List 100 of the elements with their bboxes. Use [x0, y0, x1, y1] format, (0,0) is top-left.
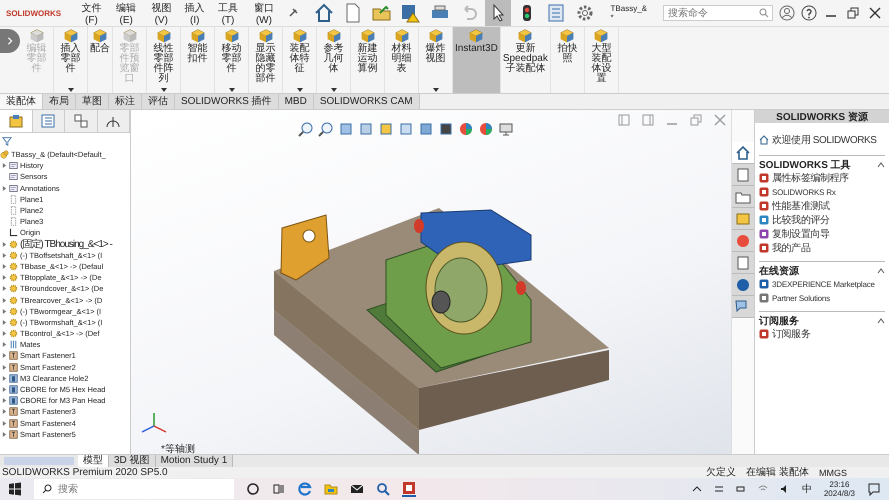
clock-date[interactable]: 2024/8/3 — [824, 489, 855, 498]
command-button[interactable]: 移动零部件 — [215, 27, 249, 93]
split-right-icon[interactable] — [641, 113, 655, 127]
resource-link[interactable]: SOLIDWORKS Rx — [772, 188, 836, 196]
notification-icon[interactable] — [867, 482, 881, 496]
expand-arrow-icon[interactable] — [2, 432, 7, 437]
tab[interactable]: 装配体 — [0, 94, 43, 109]
task-pane-tab[interactable] — [732, 252, 754, 274]
clock-time[interactable]: 23:16 — [829, 480, 850, 489]
document-name[interactable]: TBassy_& * — [610, 4, 647, 22]
home-icon[interactable] — [314, 3, 334, 23]
expand-arrow-icon[interactable] — [2, 353, 7, 358]
resource-link[interactable]: 订阅服务 — [772, 327, 810, 341]
task-pane-tab[interactable] — [732, 164, 754, 186]
collapse-caret-icon[interactable] — [877, 266, 885, 274]
dropdown-caret-icon[interactable] — [160, 88, 166, 92]
menu-item[interactable]: 工具(T) — [214, 0, 242, 26]
expand-arrow-icon[interactable] — [2, 286, 7, 292]
expand-arrow-icon[interactable] — [2, 252, 7, 258]
expand-arrow-icon[interactable] — [2, 186, 7, 191]
task-pane-tab[interactable] — [732, 274, 754, 296]
close-icon[interactable] — [867, 5, 883, 21]
tab[interactable]: 布局 — [43, 94, 76, 109]
tree-item[interactable]: (固定) TBhousing_&<1> - — [20, 238, 112, 250]
settings-icon[interactable] — [574, 3, 595, 23]
expand-arrow-icon[interactable] — [2, 376, 7, 381]
search-field[interactable]: 搜索命令 — [663, 5, 773, 21]
monitor-icon[interactable] — [498, 121, 514, 137]
magnifier-icon[interactable] — [376, 482, 390, 496]
expand-arrow-icon[interactable] — [2, 331, 7, 336]
menu-item[interactable]: 编辑(E) — [112, 0, 141, 26]
split-left-icon[interactable] — [617, 113, 631, 127]
tab[interactable]: 评估 — [142, 94, 175, 109]
expand-arrow-icon[interactable] — [2, 320, 7, 325]
welcome-link[interactable]: 欢迎使用 SOLIDWORKS — [772, 133, 877, 147]
resource-link[interactable]: 比较我的评分 — [772, 213, 830, 227]
dropdown-caret-icon[interactable] — [228, 88, 234, 92]
open-folder-icon[interactable] — [372, 3, 392, 23]
resource-link[interactable]: 3DEXPERIENCE Marketplace — [772, 280, 875, 288]
dropdown-caret-icon[interactable] — [296, 88, 302, 92]
task-pane-tab[interactable] — [732, 208, 754, 230]
expand-arrow-icon[interactable] — [2, 387, 7, 392]
tab[interactable]: SOLIDWORKS 插件 — [175, 94, 279, 109]
command-button[interactable]: 材料明细表 — [385, 27, 419, 93]
battery-icon[interactable] — [736, 484, 746, 494]
units-button[interactable]: MMGS — [819, 468, 847, 478]
zoom-area-icon[interactable] — [318, 121, 334, 137]
menu-item[interactable]: 文件(F) — [77, 0, 106, 26]
command-button[interactable]: 大型装配体设置 — [584, 27, 619, 93]
app-icon[interactable] — [402, 481, 416, 497]
task-view-icon[interactable] — [272, 482, 286, 496]
expand-arrow-icon[interactable] — [2, 342, 7, 348]
collapse-caret-icon[interactable] — [877, 160, 885, 168]
tab[interactable]: 模型 — [78, 455, 109, 467]
flyout-button[interactable] — [0, 29, 20, 53]
command-button[interactable]: 插入零部件 — [54, 27, 88, 93]
resource-link[interactable]: 性能基准测试 — [772, 199, 830, 213]
expand-arrow-icon[interactable] — [2, 364, 7, 370]
command-button[interactable]: 参考几何体 — [317, 27, 351, 93]
save-warning-icon[interactable] — [400, 3, 421, 23]
zoom-fit-icon[interactable] — [298, 121, 314, 137]
command-button[interactable]: 装配体特征 — [283, 27, 317, 93]
scrollbar[interactable] — [4, 457, 74, 465]
input-method-indicator[interactable]: 中 — [802, 482, 812, 496]
tab[interactable]: 草图 — [76, 94, 109, 109]
caret-icon[interactable] — [692, 484, 702, 494]
panel-tab[interactable] — [32, 110, 65, 132]
command-button[interactable]: 更新 Speedpak 子装配体 — [500, 27, 551, 93]
expand-arrow-icon[interactable] — [2, 308, 7, 314]
collapse-caret-icon[interactable] — [877, 316, 885, 324]
command-button[interactable]: 新建运动算例 — [351, 27, 385, 93]
task-pane-tab[interactable] — [732, 142, 754, 164]
resource-link[interactable]: Partner Solutions — [772, 294, 830, 302]
resource-link[interactable]: 我的产品 — [772, 241, 810, 255]
tab[interactable]: 3D 视图 — [109, 455, 156, 467]
command-button[interactable]: 配合 — [88, 27, 113, 93]
expand-arrow-icon[interactable] — [2, 264, 7, 269]
panel-tab[interactable] — [65, 110, 98, 132]
menu-item[interactable]: 视图(V) — [146, 0, 176, 26]
dropdown-caret-icon[interactable] — [432, 88, 438, 92]
tab[interactable]: SOLIDWORKS CAM — [314, 94, 420, 109]
tab[interactable]: 标注 — [109, 94, 142, 109]
restore-icon[interactable] — [845, 5, 861, 21]
expand-arrow-icon[interactable] — [2, 409, 7, 414]
windows-logo-icon[interactable] — [8, 482, 22, 496]
menu-item[interactable]: 窗口(W) — [248, 0, 280, 26]
expand-arrow-icon[interactable] — [2, 275, 7, 280]
panel-tab[interactable] — [98, 110, 130, 132]
search-field[interactable]: 搜索 — [34, 479, 234, 499]
circle-icon[interactable] — [246, 482, 260, 496]
envelope-icon[interactable] — [350, 482, 364, 496]
task-pane-tab[interactable] — [732, 186, 754, 208]
expand-arrow-icon[interactable] — [2, 420, 7, 426]
resource-link[interactable]: 复制设置向导 — [772, 227, 830, 241]
command-button[interactable]: 智能扣件 — [181, 27, 215, 93]
expand-arrow-icon[interactable] — [2, 242, 7, 247]
folder-icon[interactable] — [324, 482, 338, 496]
expand-arrow-icon[interactable] — [2, 298, 7, 303]
expand-arrow-icon[interactable] — [2, 398, 7, 404]
tab[interactable]: Motion Study 1 — [156, 455, 234, 467]
